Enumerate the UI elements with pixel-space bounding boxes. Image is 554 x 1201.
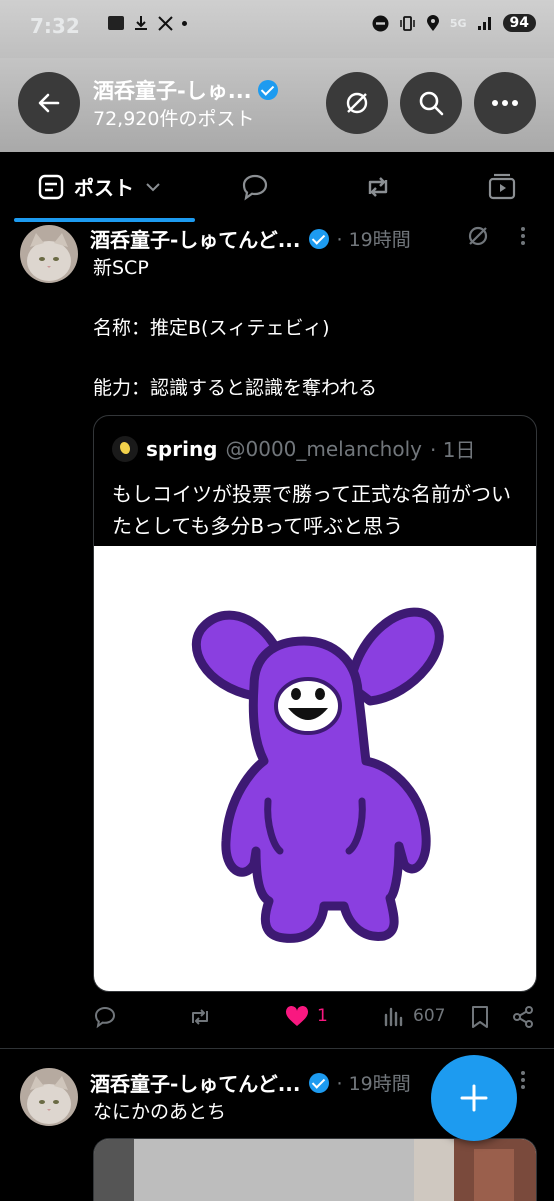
tab-posts-label: ポスト [74,176,134,200]
repost-button[interactable] [188,1005,212,1029]
quote-avatar[interactable] [112,435,138,462]
tweet-more-button[interactable] [520,226,526,246]
views-button[interactable]: 607 [383,1005,445,1027]
back-button[interactable] [18,72,80,134]
quote-text: もしコイツが投票で勝って正式な名前がついたとしても多分Bって呼ぶと思う [112,482,511,538]
search-button[interactable] [400,72,462,134]
more-icon [492,100,518,106]
status-left-icons [108,15,187,31]
profile-name: 酒呑童子-しゅ... [93,79,252,103]
purple-creature-illustration [191,607,444,943]
posts-tab-icon [38,174,64,199]
tweet-author-name: 酒呑童子-しゅてんど... [90,1072,301,1096]
battery-badge: 94 [502,14,536,32]
tweet-more-button[interactable] [520,1070,526,1090]
tweet-text: 新SCP 名称：推定B(スィテェビィ) 能力：認識すると認識を奪われる [93,257,378,399]
quote-image[interactable] [94,546,536,991]
profile-header [0,58,554,152]
verified-badge-icon [308,1072,329,1093]
grok-icon [346,92,368,114]
tab-reposts[interactable] [363,172,393,202]
view-count: 607 [413,1006,446,1026]
quote-handle: @0000_melancholy [225,436,422,461]
dot-icon [182,20,187,26]
plus-icon [460,1084,488,1112]
bookmark-icon [472,1006,488,1028]
verified-badge-icon [257,80,278,100]
tweet-time: · 19時間 [336,1073,411,1095]
verified-badge-icon [308,228,329,249]
tweet-media[interactable] [93,1138,537,1201]
repost-tab-icon [368,177,388,197]
news-icon [108,16,124,30]
tab-media[interactable] [487,172,517,202]
post-count: 72,920件のポスト [93,108,255,130]
heart-icon [285,1005,309,1026]
tab-replies[interactable] [240,172,270,202]
x-logo-icon [158,15,173,31]
network-label: 5G [449,16,467,30]
vibrate-icon [399,15,416,32]
vertical-more-icon [521,227,525,245]
download-icon [133,15,149,31]
grok-button[interactable] [326,72,388,134]
tweet-divider [0,1048,554,1049]
quote-time: · 1日 [429,438,476,462]
location-icon [426,14,440,32]
active-tab-indicator [14,218,195,222]
tweet-author-name: 酒呑童子-しゅてんど... [90,228,301,252]
share-button[interactable] [511,1005,535,1029]
bookmark-button[interactable] [470,1005,490,1029]
signal-icon [477,15,493,31]
avatar[interactable] [20,225,78,283]
like-count: 1 [317,1006,328,1026]
reply-button[interactable] [93,1005,117,1029]
vertical-more-icon [521,1071,525,1089]
tweet-author[interactable]: 酒呑童子-しゅてんど... · 19時間 [90,224,411,253]
profile-title: 酒呑童子-しゅ... [93,75,278,105]
reply-icon [94,1006,116,1029]
grok-tweet-button[interactable] [466,224,490,248]
more-button[interactable] [474,72,536,134]
tweet-actions: 1 607 [93,1005,538,1037]
avatar[interactable] [20,1068,78,1126]
like-button[interactable]: 1 [285,1005,328,1027]
status-time: 7:32 [30,14,80,38]
cat-avatar-icon [20,225,78,283]
back-arrow-icon [38,93,60,113]
repost-icon [192,1009,208,1025]
share-icon [513,1006,533,1028]
tab-posts[interactable]: ポスト [38,172,162,201]
tweet-text: なにかのあとち [93,1101,227,1123]
cat-avatar-icon [20,1068,78,1126]
tweet-author[interactable]: 酒呑童子-しゅてんど... · 19時間 [90,1068,411,1097]
search-icon [419,91,444,116]
photo-thumbnail [94,1139,536,1201]
tweet-time: · 19時間 [336,229,411,251]
quote-header: spring @0000_melancholy · 1日 [112,434,475,463]
reply-tab-icon [242,174,268,201]
quoted-tweet[interactable]: spring @0000_melancholy · 1日 もしコイツが投票で勝っ… [93,415,537,992]
dnd-icon [372,15,389,32]
chevron-down-icon [146,182,160,191]
views-chart-icon [384,1007,403,1027]
video-tab-icon [488,173,516,200]
grok-icon [468,226,488,246]
compose-button[interactable] [431,1055,517,1141]
status-right-icons: 5G 94 [372,14,536,32]
quote-author: spring [146,436,218,461]
